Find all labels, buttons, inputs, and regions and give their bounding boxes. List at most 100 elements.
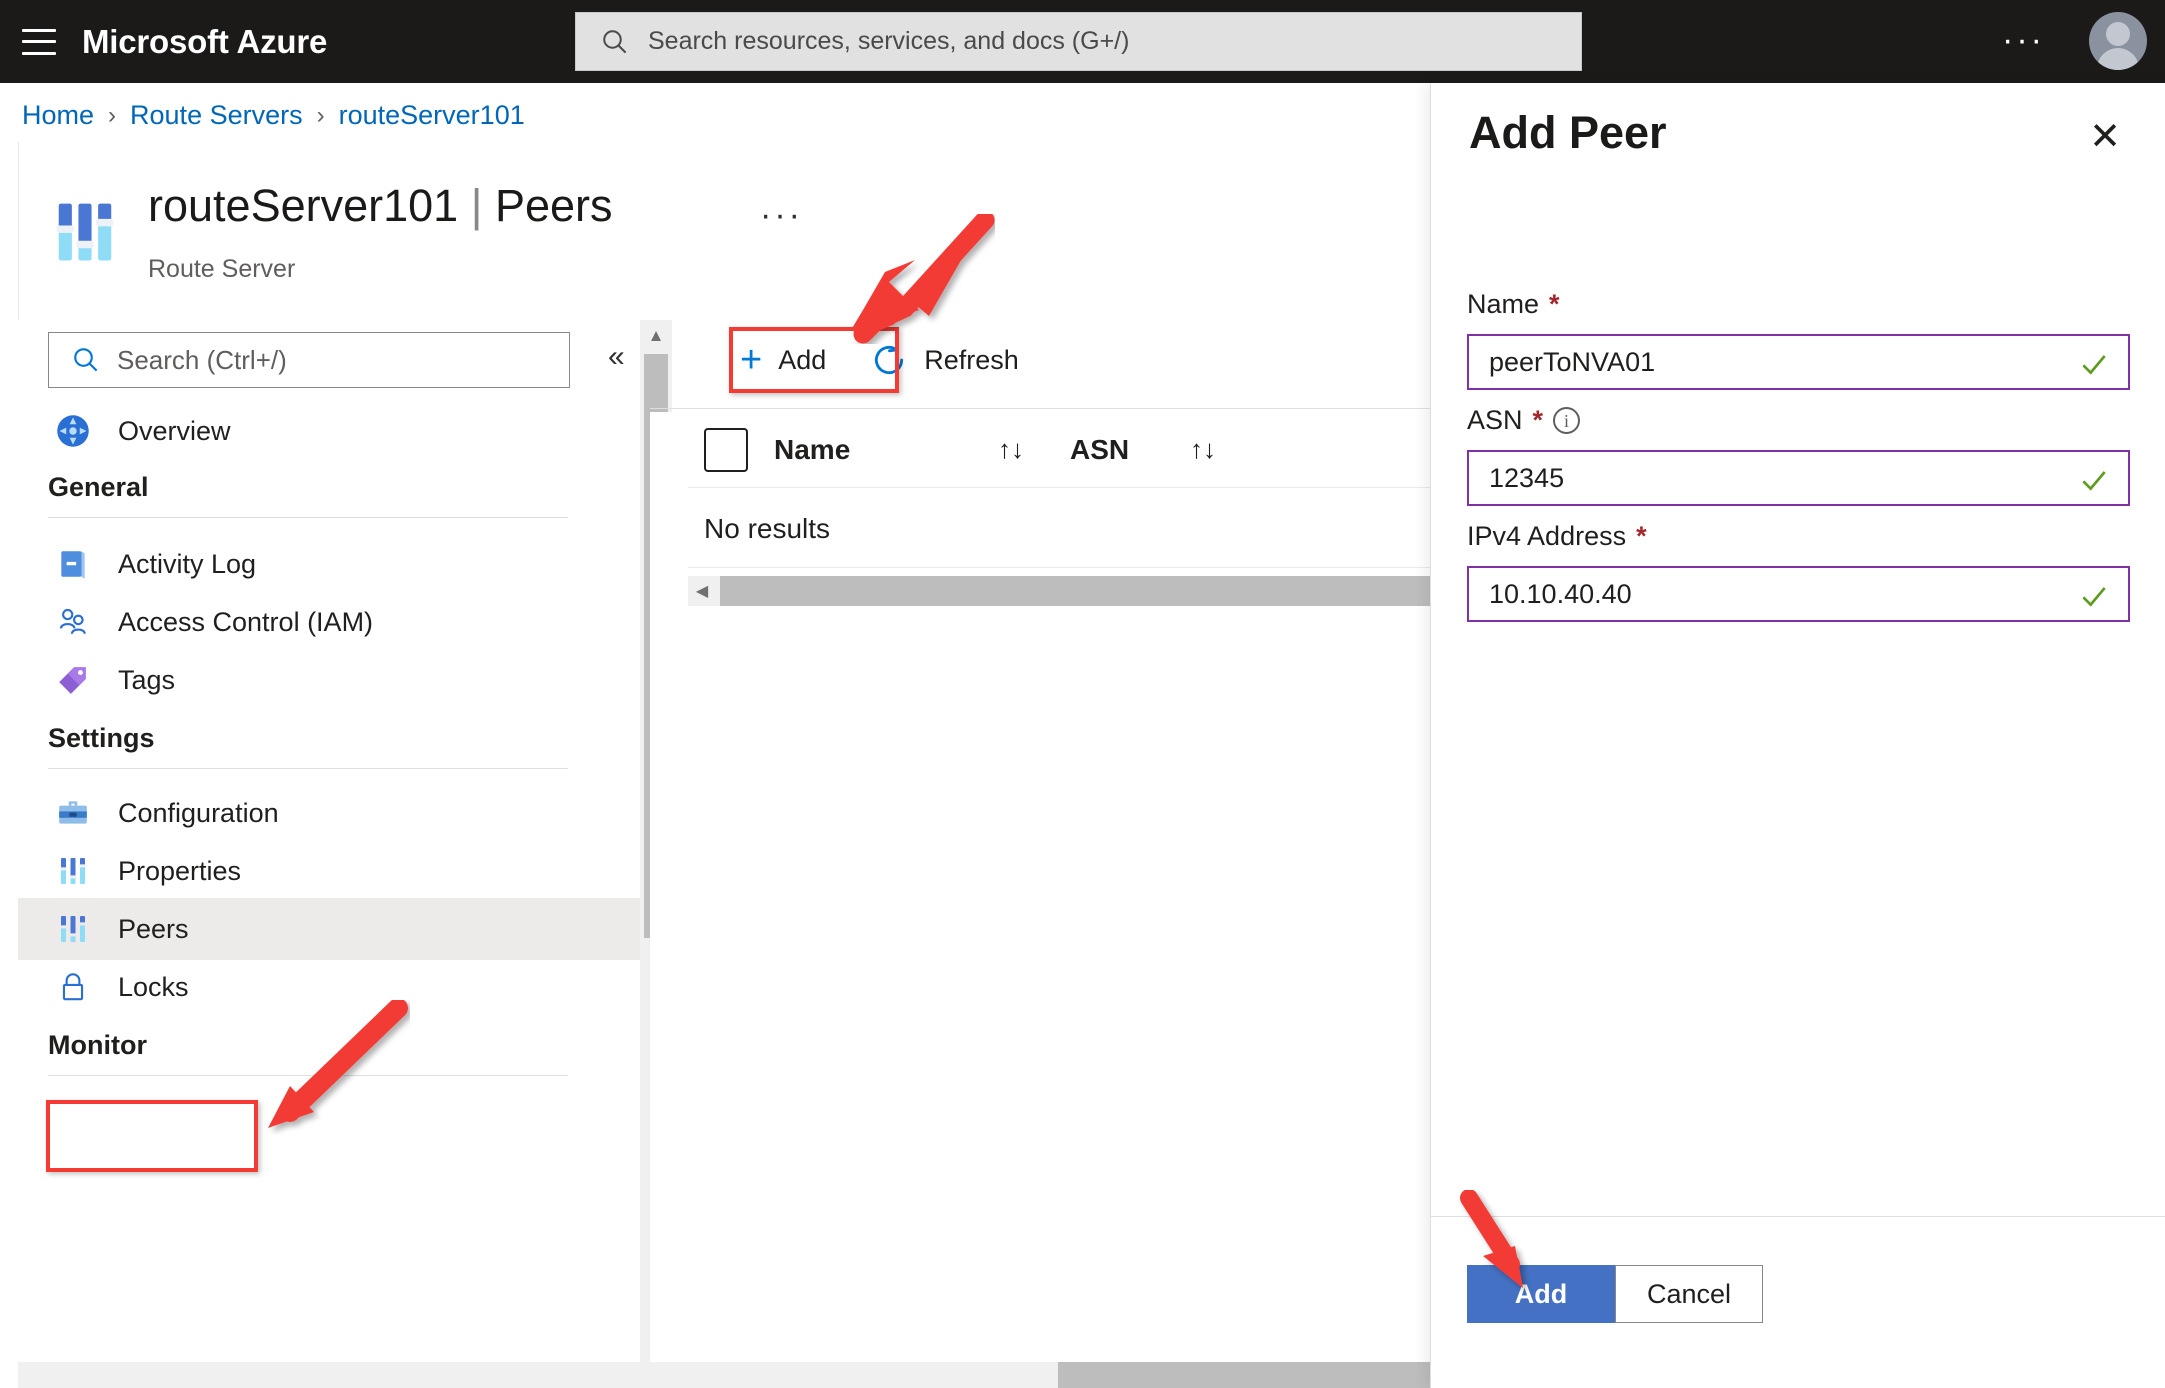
page-title-divider: |	[470, 180, 483, 231]
scroll-left-arrow-icon[interactable]: ◀	[688, 576, 716, 606]
panel-footer-divider	[1431, 1216, 2165, 1217]
add-button[interactable]: + Add	[722, 335, 844, 386]
required-marker: *	[1636, 521, 1647, 551]
access-control-people-icon	[54, 603, 92, 641]
nav-group-title: Monitor	[48, 1030, 147, 1060]
check-icon	[2082, 471, 2106, 491]
sidebar-item-label: Locks	[118, 971, 189, 1002]
close-icon[interactable]: ✕	[2083, 117, 2127, 161]
nav-group-title: Settings	[48, 723, 155, 753]
nav-search-placeholder: Search (Ctrl+/)	[117, 344, 287, 375]
info-icon[interactable]: i	[1553, 407, 1581, 434]
sidebar-item-activity-log[interactable]: Activity Log	[18, 533, 640, 595]
search-icon	[74, 348, 98, 372]
ipv4-address-field-value: 10.10.40.40	[1489, 578, 1632, 609]
panel-add-button[interactable]: Add	[1467, 1265, 1615, 1323]
sort-arrows-icon[interactable]: ↑↓	[1190, 434, 1216, 465]
field-label-row: IPv4 Address *	[1467, 521, 2130, 552]
avatar-body	[2097, 48, 2139, 70]
top-navigation-bar: Microsoft Azure Search resources, servic…	[0, 0, 2165, 83]
field-label-row: ASN * i	[1467, 405, 2130, 436]
sidebar-item-tags[interactable]: Tags	[18, 649, 640, 711]
scroll-up-arrow-icon[interactable]: ▲	[640, 320, 672, 352]
ipv4-address-field[interactable]: 10.10.40.40	[1467, 566, 2130, 622]
page-horizontal-scrollbar[interactable]	[18, 1362, 1430, 1388]
checkbox-icon[interactable]	[704, 427, 748, 472]
sidebar-item-overview[interactable]: Overview	[18, 400, 640, 462]
sidebar-item-label: Peers	[118, 913, 189, 944]
nav-group-divider	[48, 1075, 568, 1076]
breadcrumb-item-route-servers[interactable]: Route Servers	[130, 100, 303, 131]
sidebar-item-label: Configuration	[118, 797, 279, 828]
avatar-head	[2106, 22, 2130, 46]
empty-state-message: No results	[704, 512, 831, 544]
page-title-resource: routeServer101	[148, 180, 459, 231]
sidebar-item-access-control[interactable]: Access Control (IAM)	[18, 591, 640, 653]
field-name: Name * peerToNVA01	[1467, 289, 2130, 390]
page-more-menu-icon[interactable]: ···	[760, 196, 803, 235]
topbar-more-menu-icon[interactable]: ···	[2002, 23, 2045, 57]
route-server-sliders-icon	[56, 203, 114, 261]
name-field-value: peerToNVA01	[1489, 346, 1656, 377]
sidebar-item-locks[interactable]: Locks	[18, 956, 640, 1018]
collapse-chevrons-icon[interactable]: «	[608, 340, 625, 374]
breadcrumb-item-routeserver101[interactable]: routeServer101	[339, 100, 525, 131]
required-marker: *	[1549, 289, 1560, 319]
peers-sliders-icon	[54, 910, 92, 948]
add-peer-panel: Add Peer ✕ Name * peerToNVA01 ASN * i 12…	[1430, 83, 2165, 1388]
required-marker: *	[1532, 405, 1544, 435]
list-left-rail	[650, 412, 686, 1388]
nav-search-input[interactable]: Search (Ctrl+/)	[48, 332, 570, 388]
nav-group-title: General	[48, 472, 149, 502]
nav-group-divider	[48, 517, 568, 518]
sidebar-item-label: Tags	[118, 664, 176, 695]
toolbar-divider	[650, 408, 1432, 409]
page-subtitle: Route Server	[148, 255, 296, 283]
page-scrollbar-thumb[interactable]	[1058, 1362, 1430, 1388]
nav-group-general: General	[48, 472, 568, 518]
field-label: IPv4 Address	[1467, 521, 1627, 551]
table-horizontal-scrollbar[interactable]: ◀	[688, 576, 1432, 606]
refresh-button[interactable]: Refresh	[852, 331, 1037, 389]
field-label-row: Name *	[1467, 289, 2130, 320]
activity-log-icon	[54, 545, 92, 583]
field-ipv4-address: IPv4 Address * 10.10.40.40	[1467, 521, 2130, 622]
sidebar-item-peers[interactable]: Peers	[18, 898, 640, 960]
avatar[interactable]	[2089, 12, 2147, 70]
breadcrumb-item-home[interactable]: Home	[22, 100, 94, 131]
field-label: Name	[1467, 289, 1540, 319]
nav-group-monitor: Monitor	[48, 1030, 568, 1076]
tags-icon	[54, 661, 92, 699]
hamburger-icon[interactable]	[22, 28, 56, 55]
asn-field[interactable]: 12345	[1467, 450, 2130, 506]
properties-sliders-icon	[54, 852, 92, 890]
breadcrumb-separator: ›	[316, 101, 325, 129]
configuration-toolbox-icon	[54, 794, 92, 832]
column-header-asn[interactable]: ASN	[1070, 434, 1190, 466]
column-header-name[interactable]: Name	[774, 434, 998, 466]
table-scrollbar-thumb[interactable]	[720, 576, 1432, 606]
locks-padlock-icon	[54, 968, 92, 1006]
azure-portal-screen: Microsoft Azure Search resources, servic…	[0, 0, 2165, 1388]
sidebar-item-label: Activity Log	[118, 548, 257, 579]
breadcrumb: Home › Route Servers › routeServer101	[22, 100, 525, 131]
sidebar-item-properties[interactable]: Properties	[18, 840, 640, 902]
search-icon	[603, 29, 627, 53]
name-field[interactable]: peerToNVA01	[1467, 334, 2130, 390]
panel-title: Add Peer	[1469, 107, 1667, 158]
breadcrumb-separator: ›	[108, 101, 117, 129]
sidebar-item-configuration[interactable]: Configuration	[18, 782, 640, 844]
refresh-icon	[875, 345, 904, 375]
plus-icon: +	[740, 339, 763, 381]
sort-arrows-icon[interactable]: ↑↓	[998, 434, 1024, 465]
add-button-label: Add	[778, 344, 827, 375]
page-title: routeServer101 | Peers	[148, 180, 613, 232]
sidebar-item-label: Overview	[118, 415, 231, 446]
overview-compass-icon	[54, 412, 92, 450]
panel-cancel-button[interactable]: Cancel	[1615, 1265, 1763, 1323]
global-search-input[interactable]: Search resources, services, and docs (G+…	[575, 12, 1582, 71]
command-toolbar: + Add Refresh	[722, 326, 1037, 394]
nav-group-divider	[48, 768, 568, 769]
global-search-placeholder: Search resources, services, and docs (G+…	[648, 27, 1130, 55]
azure-brand-title[interactable]: Microsoft Azure	[82, 23, 327, 61]
